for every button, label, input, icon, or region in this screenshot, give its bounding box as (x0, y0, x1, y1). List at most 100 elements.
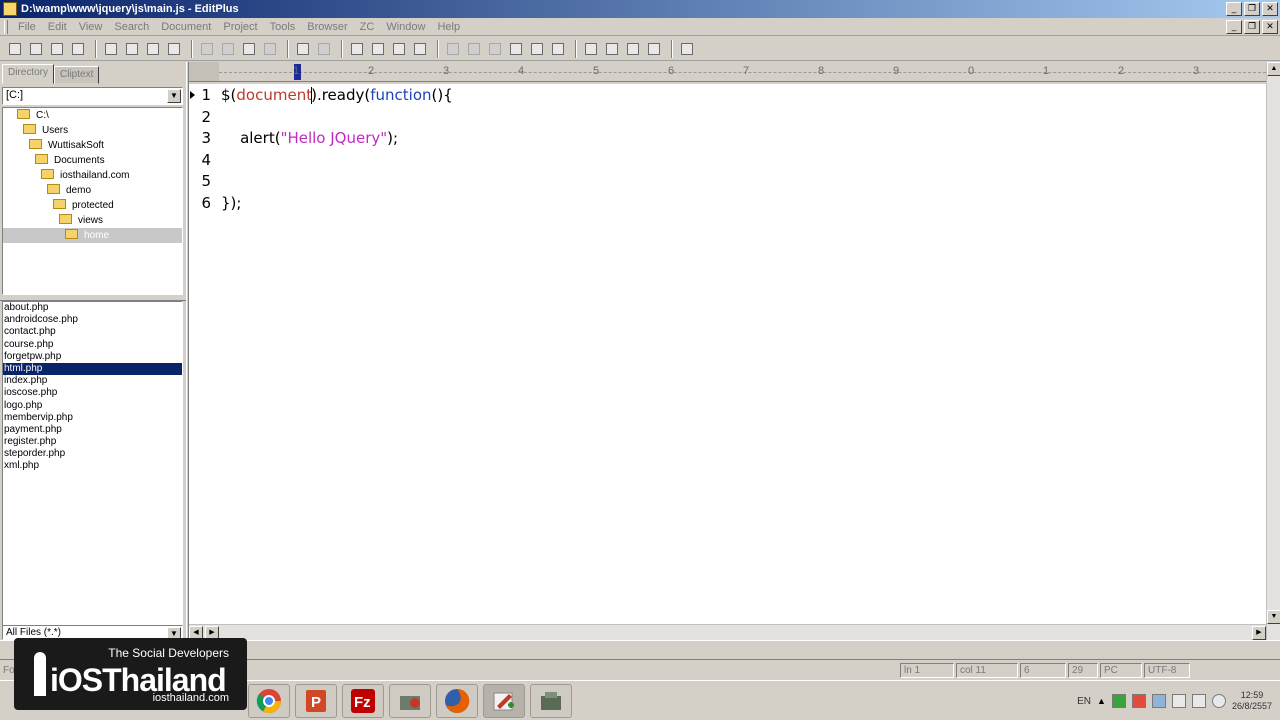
copy-button[interactable] (219, 40, 237, 58)
file-list-item[interactable]: logo.php (3, 400, 182, 412)
vertical-scrollbar[interactable]: ▲ ▼ (1266, 62, 1280, 640)
file-list[interactable]: about.php androidcose.php contact.php cours… (2, 301, 183, 627)
line-number-button[interactable] (507, 40, 525, 58)
paste-button[interactable] (240, 40, 258, 58)
open-button[interactable] (27, 40, 45, 58)
word-wrap-button[interactable] (465, 40, 483, 58)
tree-item[interactable]: Documents (3, 153, 182, 168)
scroll-right-end-button[interactable]: ▶ (1252, 626, 1266, 640)
restore-button[interactable]: ❐ (1244, 2, 1260, 16)
file-list-item[interactable]: forgetpw.php (3, 351, 182, 363)
scroll-down-button[interactable]: ▼ (1267, 610, 1280, 624)
save-button[interactable] (48, 40, 66, 58)
file-list-item[interactable]: androidcose.php (3, 314, 182, 326)
folder-tree[interactable]: C:\ Users WuttisakSoft Documents iosthailand… (2, 107, 183, 295)
menu-zc[interactable]: ZC (354, 21, 381, 33)
cliptext-window-button[interactable] (603, 40, 621, 58)
browser-view-button[interactable] (165, 40, 183, 58)
spell-check-button[interactable] (144, 40, 162, 58)
column-select-button[interactable] (528, 40, 546, 58)
filezilla-task-button[interactable]: Fz (342, 684, 384, 718)
find-button[interactable] (348, 40, 366, 58)
tree-item[interactable]: demo (3, 183, 182, 198)
replace-button[interactable] (369, 40, 387, 58)
tray-display-icon[interactable] (1191, 694, 1206, 708)
find-in-files-button[interactable] (390, 40, 408, 58)
close-button[interactable]: ✕ (1262, 2, 1278, 16)
code-line[interactable]: 3 alert("Hello JQuery"); (189, 128, 1266, 149)
code-line[interactable]: 6}); (189, 193, 1266, 214)
file-list-item[interactable]: index.php (3, 375, 182, 387)
code-line[interactable]: 2 (189, 107, 1266, 128)
tray-flag-icon[interactable] (1171, 694, 1186, 708)
chevron-down-icon[interactable]: ▼ (167, 89, 181, 103)
language-indicator[interactable]: EN (1077, 696, 1091, 707)
drive-select[interactable]: [C:] ▼ (2, 87, 183, 105)
minimize-button[interactable]: _ (1226, 2, 1242, 16)
directory-window-button[interactable] (582, 40, 600, 58)
scroll-up-button[interactable]: ▲ (1267, 62, 1280, 76)
file-list-item[interactable]: xml.php (3, 460, 182, 472)
menu-tools[interactable]: Tools (264, 21, 302, 33)
chrome-task-button[interactable] (248, 684, 290, 718)
file-list-item[interactable]: ioscose.php (3, 387, 182, 399)
cut-button[interactable] (198, 40, 216, 58)
misc-task-button[interactable] (530, 684, 572, 718)
code-line[interactable]: 1 $(document).ready(function(){ (189, 85, 1266, 106)
tray-network-icon[interactable] (1151, 694, 1166, 708)
doc-restore-button[interactable]: ❐ (1244, 20, 1260, 34)
full-screen-button[interactable] (645, 40, 663, 58)
tree-item[interactable]: protected (3, 198, 182, 213)
tool-task-button[interactable] (389, 684, 431, 718)
tray-security-icon[interactable] (1131, 694, 1146, 708)
code-line[interactable]: 5 (189, 171, 1266, 192)
new-file-button[interactable] (6, 40, 24, 58)
delete-button[interactable] (261, 40, 279, 58)
tree-item[interactable]: Users (3, 123, 182, 138)
menu-project[interactable]: Project (217, 21, 263, 33)
file-list-item[interactable]: payment.php (3, 424, 182, 436)
tools-button[interactable] (678, 40, 696, 58)
clock[interactable]: 12:59 26/8/2557 (1232, 690, 1272, 712)
file-list-item[interactable]: steporder.php (3, 448, 182, 460)
goto-button[interactable] (411, 40, 429, 58)
firefox-task-button[interactable] (436, 684, 478, 718)
file-list-item[interactable]: membervip.php (3, 412, 182, 424)
output-window-button[interactable] (624, 40, 642, 58)
save-all-button[interactable] (69, 40, 87, 58)
tree-item[interactable]: C:\ (3, 108, 182, 123)
tree-item[interactable]: iosthailand.com (3, 168, 182, 183)
tray-volume-icon[interactable] (1211, 694, 1226, 708)
file-list-item[interactable]: contact.php (3, 326, 182, 338)
menu-window[interactable]: Window (380, 21, 431, 33)
tray-expand-icon[interactable]: ▲ (1097, 696, 1106, 706)
undo-button[interactable] (294, 40, 312, 58)
customize-button[interactable] (549, 40, 567, 58)
tab-directory[interactable]: Directory (2, 64, 55, 84)
file-list-item[interactable]: about.php (3, 302, 182, 314)
code-area[interactable]: 1 $(document).ready(function(){2 3 alert("… (189, 84, 1266, 624)
tree-item[interactable]: WuttisakSoft (3, 138, 182, 153)
tree-item[interactable]: home (3, 228, 182, 243)
powerpoint-task-button[interactable]: P (295, 684, 337, 718)
tree-item[interactable]: views (3, 213, 182, 228)
code-line[interactable]: 4 (189, 150, 1266, 171)
ruler-toggle-button[interactable] (486, 40, 504, 58)
print-button[interactable] (102, 40, 120, 58)
menu-document[interactable]: Document (155, 21, 217, 33)
horizontal-scrollbar[interactable]: ◀ ▶ ▶ (189, 624, 1266, 640)
redo-button[interactable] (315, 40, 333, 58)
menu-help[interactable]: Help (431, 21, 466, 33)
menu-file[interactable]: File (12, 21, 42, 33)
menu-browser[interactable]: Browser (301, 21, 353, 33)
file-list-item[interactable]: register.php (3, 436, 182, 448)
menu-view[interactable]: View (73, 21, 109, 33)
menu-edit[interactable]: Edit (42, 21, 73, 33)
doc-close-button[interactable]: ✕ (1262, 20, 1278, 34)
tab-cliptext[interactable]: Cliptext (54, 66, 100, 84)
menu-search[interactable]: Search (108, 21, 155, 33)
print-preview-button[interactable] (123, 40, 141, 58)
tray-battery-icon[interactable] (1111, 694, 1126, 708)
file-list-item[interactable]: course.php (3, 339, 182, 351)
doc-minimize-button[interactable]: _ (1226, 20, 1242, 34)
